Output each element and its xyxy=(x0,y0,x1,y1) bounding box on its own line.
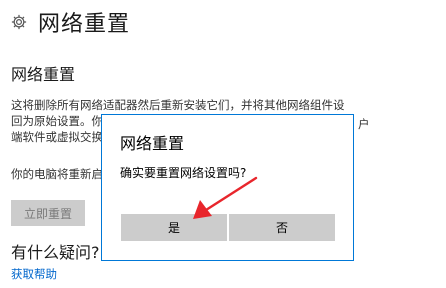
dialog-message: 确实要重置网络设置吗? xyxy=(120,166,247,180)
get-help-link[interactable]: 获取帮助 xyxy=(11,266,57,282)
description-line: 这将删除所有网络适配器然后重新安装它们，并将其他网络组件设 xyxy=(11,98,345,112)
gear-icon xyxy=(11,14,27,30)
dialog-title: 网络重置 xyxy=(120,134,185,153)
confirm-dialog: 网络重置 确实要重置网络设置吗? 是 否 xyxy=(101,114,354,261)
page-title: 网络重置 xyxy=(38,12,131,37)
no-button[interactable]: 否 xyxy=(229,214,335,241)
help-heading: 有什么疑问? xyxy=(11,243,100,262)
yes-button[interactable]: 是 xyxy=(121,214,227,241)
network-reset-page: 网络重置 网络重置 这将删除所有网络适配器然后重新安装它们，并将其他网络组件设 … xyxy=(0,0,446,288)
section-title: 网络重置 xyxy=(11,65,76,84)
page-header: 网络重置 xyxy=(10,6,130,38)
description-overflow-text: 户 xyxy=(358,117,370,131)
reset-now-button[interactable]: 立即重置 xyxy=(11,200,85,226)
